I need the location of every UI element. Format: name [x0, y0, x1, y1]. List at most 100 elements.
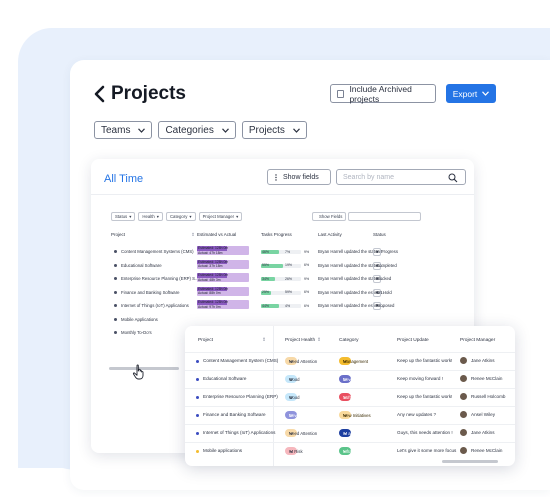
project-name[interactable]: Educational Software	[203, 376, 246, 381]
project-name[interactable]: Mobile applications	[203, 448, 242, 453]
checkbox-box[interactable]	[337, 89, 345, 98]
chip-label: Status	[115, 214, 128, 219]
health-chip[interactable]: Health ▾	[138, 212, 163, 221]
status-label: On Hold	[376, 289, 392, 295]
export-button[interactable]: Export	[446, 84, 496, 103]
include-archived-label: Include Archived projects	[349, 83, 412, 104]
status-select[interactable]: Blocked ▾	[373, 275, 391, 283]
page-header: Projects Include Archived projects Expor…	[92, 83, 502, 105]
category-label: Management	[343, 358, 369, 364]
manager-name: Jane Atkins	[471, 358, 495, 363]
table-row[interactable]: Enterprise Resource Planning (ERP) Good So…	[185, 388, 515, 408]
category-label: New Initiatives	[343, 412, 371, 418]
show-fields-label: Show fields	[283, 173, 319, 181]
status-chip[interactable]: Status ▾	[111, 212, 136, 221]
project-name[interactable]: Mobile Applications	[121, 317, 158, 322]
category-select[interactable]: Software Support	[339, 393, 376, 401]
column-header: Project	[111, 232, 126, 237]
project-update: Let's give it some more focus	[397, 448, 457, 453]
project-manager-chip[interactable]: Project Manager ▾	[198, 212, 243, 221]
row-bullet	[114, 250, 117, 253]
search-input[interactable]: Search by name	[336, 169, 466, 185]
chevron-down-icon	[482, 91, 490, 96]
table-row[interactable]: Educational Software Estimated: 128h 0m Ac…	[111, 259, 456, 272]
status-label: Completed	[376, 262, 397, 268]
categories-filter[interactable]: Categories	[158, 121, 236, 139]
avatar	[460, 393, 467, 400]
project-update: Keep up the fantastic work!	[397, 358, 453, 363]
category-select[interactable]: New Initiatives	[339, 411, 371, 419]
health-select[interactable]: Good	[285, 375, 300, 383]
chip-label: Project Manager	[202, 214, 235, 219]
category-select[interactable]: Infrastructure	[339, 447, 368, 455]
category-chip[interactable]: Category ▾	[165, 212, 196, 221]
health-select[interactable]: Good	[285, 393, 300, 401]
sort-icon: ⇕	[262, 338, 267, 343]
estimate-text: Estimated: 128h 0m	[198, 300, 229, 304]
project-name[interactable]: Internet of Things (IoT) Applications	[121, 303, 189, 308]
row-bullet	[114, 331, 117, 334]
table-row[interactable]: Content Management System (CMS) Need Atte…	[185, 352, 515, 372]
estimate-bar: Estimated: 128h 0m Actual: 88h 0m	[197, 286, 249, 296]
table-row[interactable]: Internet of Things (IoT) Applications Nee…	[185, 424, 515, 444]
filter-chips: Status ▾ Health ▾ Category ▾ Project Manage…	[111, 212, 243, 221]
health-select[interactable]: Development	[285, 411, 314, 419]
category-label: Infrastructure	[343, 448, 369, 454]
status-select[interactable]: Completed ▾	[373, 261, 397, 270]
table-row[interactable]: Enterprise Resource Planning (ERP) S... E…	[111, 273, 456, 285]
hand-pointer-icon	[132, 364, 144, 380]
category-select[interactable]: Development	[339, 375, 368, 383]
project-name[interactable]: Internet of Things (IoT) Applications	[203, 430, 275, 435]
status-select[interactable]: Proposed ▾	[373, 302, 394, 310]
column-header: Project Manager	[460, 338, 496, 343]
project-name[interactable]: Enterprise Resource Planning (ERP) S...	[121, 276, 199, 281]
table-row[interactable]: Finance and Banking Software Estimated: 1…	[111, 286, 456, 299]
project-name[interactable]: Educational Software	[121, 263, 162, 268]
project-name[interactable]: Content Management System (CMS)	[203, 358, 278, 363]
projects-filter-label: Projects	[248, 124, 285, 136]
teams-filter[interactable]: Teams	[94, 121, 153, 139]
row-bullet	[114, 317, 117, 321]
column-header: Status	[373, 232, 386, 237]
estimate-bar: Estimated: 128h 0m Actual: 48h 3m	[197, 273, 249, 282]
estimate-bar: Estimated: 128h 0m Actual: 47h 18m	[197, 246, 249, 255]
table-row[interactable]: Content Management Systems (CMS) Estimate…	[111, 246, 456, 258]
divider	[91, 194, 474, 195]
health-select[interactable]: Need Attention	[285, 429, 317, 437]
project-name[interactable]: Content Management Systems (CMS)	[121, 249, 194, 254]
category-select[interactable]: AI and ML	[339, 429, 363, 437]
progress-pct-3: 6%	[304, 303, 310, 308]
health-select[interactable]: Need Attention	[285, 357, 317, 365]
progress-pct-3: 6%	[304, 290, 310, 294]
status-label: Blocked	[376, 276, 392, 281]
table-row[interactable]: Mobile applications At Risk Infrastructure…	[185, 442, 515, 462]
projects-filter[interactable]: Projects	[241, 121, 307, 139]
inner-show-fields-button[interactable]: Show Fields	[312, 212, 346, 221]
table-row[interactable]: Internet of Things (IoT) Applications Est…	[111, 300, 456, 312]
project-name[interactable]: Finance and Banking Software	[203, 412, 266, 417]
table-row[interactable]: Mobile Applications	[111, 314, 456, 326]
row-bullet	[114, 263, 117, 267]
show-fields-button[interactable]: Show fields	[267, 169, 331, 185]
include-archived-checkbox[interactable]: Include Archived projects	[330, 83, 436, 104]
estimate-block: Estimated: 128h 0m Actual: 88h 0m	[197, 286, 249, 296]
table-row[interactable]: Finance and Banking Software Development N…	[185, 406, 515, 426]
project-update: Keep moving forward !	[397, 376, 443, 381]
category-label: AI and ML	[343, 430, 363, 436]
status-select[interactable]: On Hold ▾	[373, 288, 392, 297]
category-select[interactable]: Management	[339, 357, 368, 365]
progress-pct-2: 7%	[285, 249, 291, 254]
table-row[interactable]: Educational Software Good Development Keep …	[185, 370, 515, 390]
actual-text: Actual: 47h 18m	[198, 250, 223, 255]
status-select[interactable]: In Progress ▾	[373, 248, 398, 256]
filter-bar: Teams Categories Projects	[94, 121, 307, 139]
sort-icon: ⇕	[317, 338, 322, 343]
health-select[interactable]: At Risk	[285, 447, 303, 455]
chevron-left-icon[interactable]	[92, 85, 108, 103]
horizontal-scrollbar[interactable]	[442, 460, 498, 463]
project-name[interactable]: Monthly To-Do's	[121, 330, 152, 335]
categories-filter-label: Categories	[165, 124, 214, 136]
project-name[interactable]: Finance and Banking Software	[121, 290, 180, 295]
inner-search-input[interactable]	[348, 212, 421, 221]
project-name[interactable]: Enterprise Resource Planning (ERP)	[203, 394, 278, 399]
